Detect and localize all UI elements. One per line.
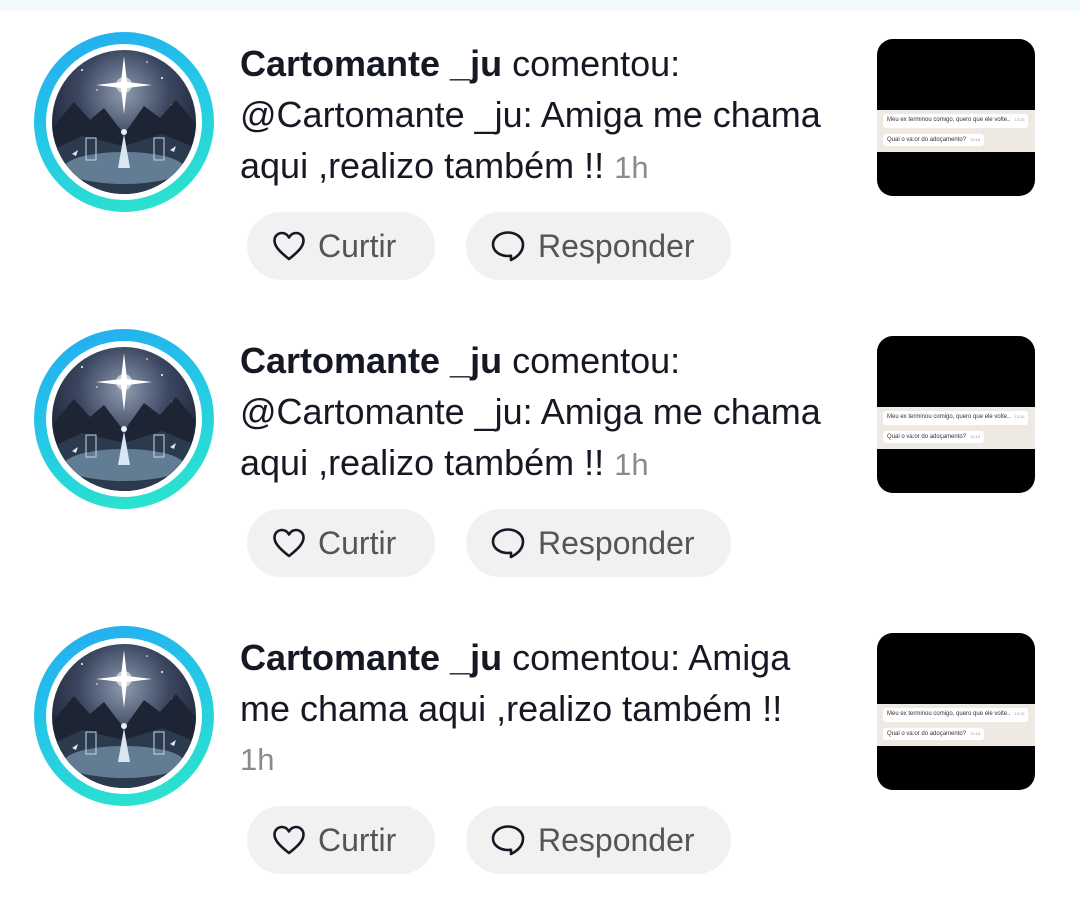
like-button[interactable]: Curtir: [247, 212, 435, 280]
heart-outline-icon: [273, 825, 305, 855]
avatar[interactable]: [34, 329, 214, 509]
timestamp: 1h: [614, 447, 649, 482]
chat-screenshot: Meu ex terminou comigo, quero que ele vo…: [877, 110, 1035, 152]
speech-bubble-icon: [491, 825, 525, 856]
chat-message: Qual o va:or do adoçamento? 13:16: [883, 134, 985, 146]
notification-text[interactable]: Cartomante _ju comentou: @Cartomante _ju…: [240, 38, 830, 193]
chat-message: Meu ex terminou comigo, quero que ele vo…: [883, 708, 1029, 722]
video-thumbnail[interactable]: Meu ex terminou comigo, quero que ele vo…: [877, 336, 1035, 493]
action-text: comentou:: [502, 340, 681, 381]
comment-text: @Cartomante _ju: Amiga me chama aqui ,re…: [240, 94, 821, 186]
chat-screenshot: Meu ex terminou comigo, quero que ele vo…: [877, 704, 1035, 746]
reply-label: Responder: [538, 227, 695, 264]
action-text: comentou:: [502, 637, 689, 678]
speech-bubble-icon: [491, 528, 525, 559]
notification-text[interactable]: Cartomante _ju comentou: Amiga me chama …: [240, 632, 830, 785]
notification-item[interactable]: Cartomante _ju comentou: @Cartomante _ju…: [0, 297, 1080, 594]
timestamp: 1h: [614, 150, 649, 185]
reply-label: Responder: [538, 821, 695, 858]
reply-button[interactable]: Responder: [466, 212, 731, 280]
speech-bubble-icon: [491, 231, 525, 262]
avatar-image: [52, 644, 196, 788]
comment-text: @Cartomante _ju: Amiga me chama aqui ,re…: [240, 391, 821, 483]
heart-outline-icon: [273, 231, 305, 261]
chat-message: Meu ex terminou comigo, quero que ele vo…: [883, 411, 1029, 425]
notification-text[interactable]: Cartomante _ju comentou: @Cartomante _ju…: [240, 335, 830, 490]
reply-button[interactable]: Responder: [466, 806, 731, 874]
like-button[interactable]: Curtir: [247, 806, 435, 874]
username[interactable]: Cartomante _ju: [240, 340, 502, 381]
action-text: comentou:: [502, 43, 681, 84]
timestamp: 1h: [240, 742, 275, 777]
reply-button[interactable]: Responder: [466, 509, 731, 577]
avatar[interactable]: [34, 626, 214, 806]
reply-label: Responder: [538, 524, 695, 561]
like-label: Curtir: [318, 227, 397, 264]
notification-item[interactable]: Cartomante _ju comentou: @Cartomante _ju…: [0, 0, 1080, 297]
chat-message: Meu ex terminou comigo, quero que ele vo…: [883, 114, 1029, 128]
avatar[interactable]: [34, 32, 214, 212]
chat-message: Qual o va:or do adoçamento? 13:16: [883, 431, 985, 443]
heart-outline-icon: [273, 528, 305, 558]
avatar-image: [52, 50, 196, 194]
video-thumbnail[interactable]: Meu ex terminou comigo, quero que ele vo…: [877, 39, 1035, 196]
video-thumbnail[interactable]: Meu ex terminou comigo, quero que ele vo…: [877, 633, 1035, 790]
notification-item[interactable]: Cartomante _ju comentou: Amiga me chama …: [0, 594, 1080, 891]
chat-screenshot: Meu ex terminou comigo, quero que ele vo…: [877, 407, 1035, 449]
avatar-image: [52, 347, 196, 491]
username[interactable]: Cartomante _ju: [240, 637, 502, 678]
like-label: Curtir: [318, 821, 397, 858]
chat-message: Qual o va:or do adoçamento? 13:16: [883, 728, 985, 740]
like-label: Curtir: [318, 524, 397, 561]
like-button[interactable]: Curtir: [247, 509, 435, 577]
username[interactable]: Cartomante _ju: [240, 43, 502, 84]
